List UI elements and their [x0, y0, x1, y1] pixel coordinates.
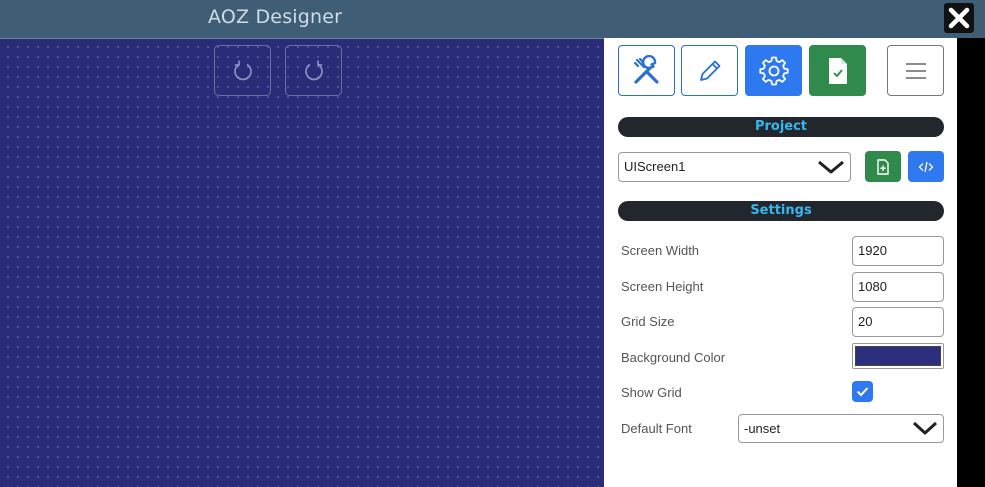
show-grid-checkbox[interactable]: [852, 381, 873, 402]
gear-icon: [758, 56, 789, 85]
default-font-select[interactable]: -unset: [738, 414, 944, 443]
checkmark-icon: [856, 387, 869, 397]
tools-button[interactable]: [618, 45, 675, 96]
chevron-down-icon: [912, 421, 938, 435]
document-check-icon: [828, 57, 847, 84]
screen-select-value: UIScreen1: [624, 159, 686, 174]
screen-width-label: Screen Width: [621, 243, 700, 258]
screen-height-label: Screen Height: [621, 279, 704, 294]
undo-button[interactable]: [214, 45, 271, 96]
pencil-icon: [699, 60, 720, 81]
redo-button[interactable]: [285, 45, 342, 96]
undo-icon: [233, 60, 252, 80]
settings-button[interactable]: [745, 45, 802, 96]
export-button[interactable]: [809, 45, 866, 96]
close-button[interactable]: [944, 3, 974, 33]
grid-size-label: Grid Size: [621, 314, 675, 329]
window-title: AOZ Designer: [208, 6, 343, 28]
design-canvas[interactable]: [0, 38, 604, 487]
menu-button[interactable]: [887, 45, 944, 96]
grid-size-input[interactable]: 20: [852, 307, 944, 337]
code-icon: [918, 161, 934, 172]
close-icon: [948, 7, 970, 29]
background-color-picker[interactable]: [852, 343, 944, 369]
show-grid-label: Show Grid: [621, 385, 682, 400]
redo-icon: [304, 60, 323, 80]
screen-width-input[interactable]: 1920: [852, 236, 944, 266]
default-font-label: Default Font: [621, 421, 692, 436]
background-color-fill: [855, 346, 941, 366]
hamburger-menu-icon: [905, 62, 926, 79]
default-font-value: -unset: [744, 421, 781, 436]
title-bar: AOZ Designer: [0, 0, 985, 38]
chevron-down-icon: [818, 160, 844, 174]
background-color-label: Background Color: [621, 350, 726, 365]
properties-panel: Project UIScreen1 Settings Screen Width …: [604, 38, 957, 487]
screen-select[interactable]: UIScreen1: [618, 152, 851, 182]
tools-icon: [633, 54, 659, 84]
new-screen-button[interactable]: [865, 151, 901, 182]
edit-button[interactable]: [681, 45, 738, 96]
settings-section-header: Settings: [618, 201, 944, 221]
project-section-header: Project: [618, 117, 944, 137]
view-code-button[interactable]: [908, 151, 944, 182]
screen-height-input[interactable]: 1080: [852, 272, 944, 302]
file-plus-icon: [877, 158, 889, 175]
window-edge: [957, 38, 985, 487]
